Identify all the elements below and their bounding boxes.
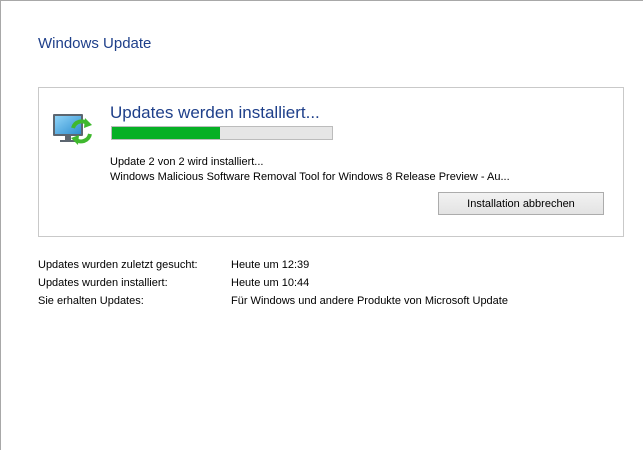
info-value: Heute um 10:44	[231, 277, 310, 289]
info-label: Sie erhalten Updates:	[38, 295, 144, 307]
install-progress-bar	[111, 126, 333, 140]
install-progress-fill	[112, 127, 220, 139]
info-label: Updates wurden zuletzt gesucht:	[38, 259, 198, 271]
windows-update-window: Windows Update Updates werden installier…	[0, 0, 643, 450]
cancel-installation-button[interactable]: Installation abbrechen	[438, 192, 604, 215]
update-name-text: Windows Malicious Software Removal Tool …	[110, 171, 510, 183]
update-count-text: Update 2 von 2 wird installiert...	[110, 156, 264, 168]
update-monitor-icon	[53, 114, 92, 145]
info-label: Updates wurden installiert:	[38, 277, 168, 289]
info-value: Für Windows und andere Produkte von Micr…	[231, 295, 508, 307]
installing-heading: Updates werden installiert...	[110, 103, 320, 122]
page-title: Windows Update	[38, 35, 152, 52]
info-value: Heute um 12:39	[231, 259, 310, 271]
update-status-panel: Updates werden installiert... Update 2 v…	[38, 87, 624, 237]
